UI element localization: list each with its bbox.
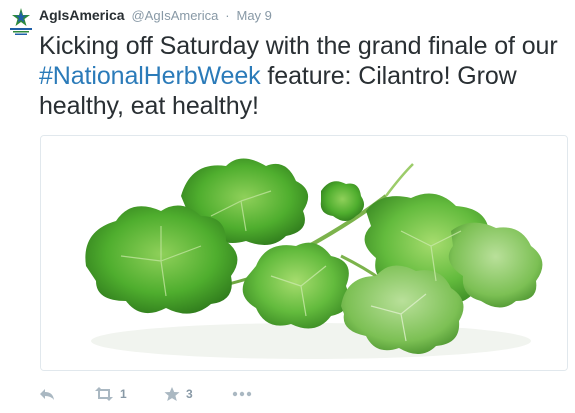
tweet-photo[interactable] [40, 135, 568, 371]
favorite-count: 3 [186, 387, 193, 401]
retweet-button[interactable]: 1 [94, 387, 164, 401]
separator: · [225, 8, 230, 23]
ellipsis-icon [232, 391, 252, 397]
hashtag-link[interactable]: #NationalHerbWeek [39, 62, 261, 90]
retweet-count: 1 [120, 387, 127, 401]
tweet-header: AgIsAmerica @AgIsAmerica · May 9 [39, 6, 272, 24]
display-name[interactable]: AgIsAmerica [39, 7, 125, 23]
retweet-icon [95, 387, 113, 401]
cilantro-image [41, 136, 567, 370]
tweet-text: Kicking off Saturday with the grand fina… [39, 31, 569, 121]
reply-arrow-icon [40, 389, 54, 400]
tweet: AgIsAmerica @AgIsAmerica · May 9 Kicking… [0, 0, 575, 413]
more-button[interactable] [232, 391, 252, 397]
agriculture-logo-icon [10, 8, 32, 35]
tweet-text-start: Kicking off Saturday with the grand fina… [39, 32, 558, 60]
reply-button[interactable] [39, 387, 94, 401]
timestamp[interactable]: May 9 [237, 8, 272, 23]
avatar[interactable] [8, 6, 34, 36]
star-icon [164, 386, 180, 401]
favorite-button[interactable]: 3 [164, 386, 232, 402]
user-handle[interactable]: @AgIsAmerica [131, 8, 218, 23]
tweet-actions: 1 3 [39, 383, 252, 405]
